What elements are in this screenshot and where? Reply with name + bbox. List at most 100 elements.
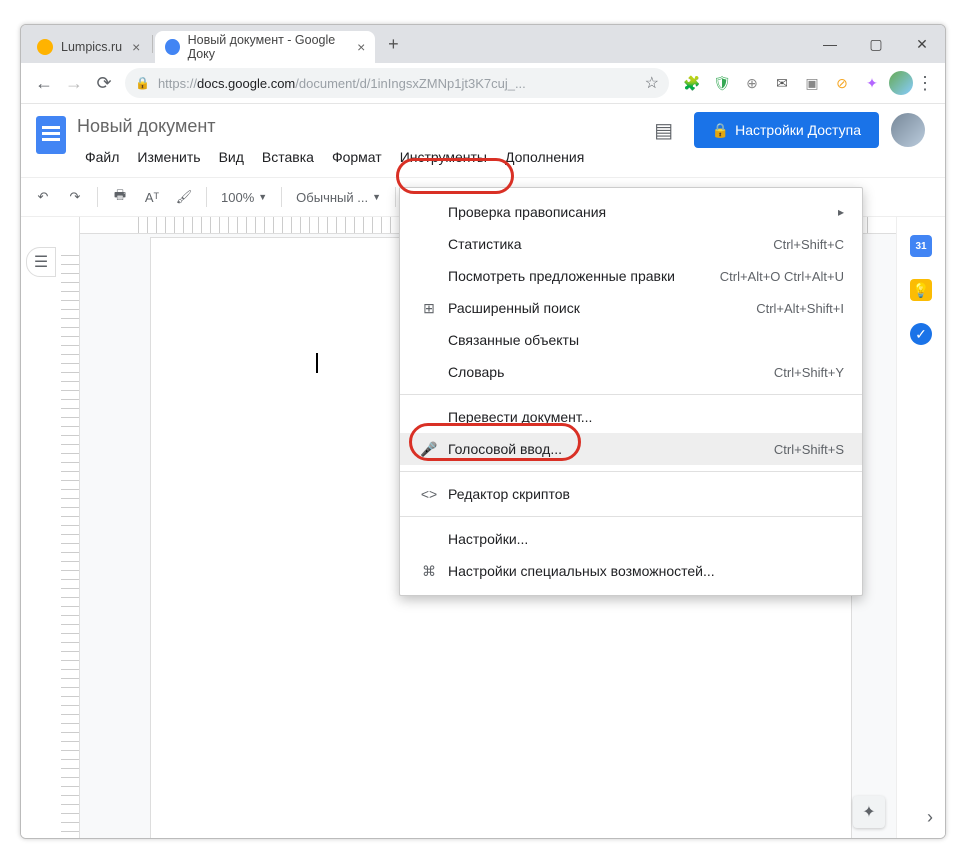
profile-avatar[interactable] [889, 71, 913, 95]
menu-item[interactable]: ⊞Расширенный поискCtrl+Alt+Shift+I [400, 292, 862, 324]
extension-icon[interactable]: 🧩 [683, 74, 701, 92]
calendar-icon[interactable]: 31 [910, 235, 932, 257]
menu-separator [400, 516, 862, 517]
menu-item-shortcut: Ctrl+Shift+S [774, 442, 844, 457]
menu-item-icon: 🎤 [418, 441, 440, 458]
minimize-button[interactable]: — [807, 25, 853, 63]
tab-strip: Lumpics.ru × Новый документ - Google Док… [21, 25, 407, 63]
extension-icon[interactable]: ✦ [863, 74, 881, 92]
browser-menu-icon[interactable]: ⋮ [913, 73, 937, 94]
tab-title: Новый документ - Google Доку [188, 33, 348, 61]
menu-item[interactable]: •Перевести документ... [400, 401, 862, 433]
submenu-arrow-icon: ▸ [838, 205, 844, 219]
zoom-selector[interactable]: 100%▼ [215, 190, 273, 205]
print-icon[interactable]: 🖶 [106, 183, 134, 211]
menu-item-shortcut: Ctrl+Shift+C [773, 237, 844, 252]
browser-tab[interactable]: Lumpics.ru × [27, 31, 150, 63]
address-bar: ← → ⟳ 🔒 https://docs.google.com/document… [21, 63, 945, 104]
extension-icon[interactable]: ⊕ [743, 74, 761, 92]
menu-item-label: Голосовой ввод... [448, 441, 774, 457]
docs-title-block: Новый документ Файл Изменить Вид Вставка… [77, 112, 646, 169]
menu-item-label: Редактор скриптов [448, 486, 844, 502]
menu-edit[interactable]: Изменить [129, 145, 208, 169]
bookmark-icon[interactable]: ☆ [645, 73, 659, 93]
menu-bar: Файл Изменить Вид Вставка Формат Инструм… [77, 141, 646, 169]
forward-button[interactable]: → [59, 68, 89, 98]
close-icon[interactable]: × [132, 39, 140, 55]
menu-item[interactable]: •СтатистикаCtrl+Shift+C [400, 228, 862, 260]
menu-item[interactable]: •Проверка правописания▸ [400, 196, 862, 228]
document-title[interactable]: Новый документ [77, 112, 646, 141]
new-tab-button[interactable]: + [379, 30, 407, 58]
outline-toggle-icon[interactable]: ☰ [26, 247, 56, 277]
redo-icon[interactable]: ↷ [61, 183, 89, 211]
favicon [165, 39, 179, 55]
tools-dropdown: •Проверка правописания▸•СтатистикаCtrl+S… [399, 187, 863, 596]
menu-item-shortcut: Ctrl+Alt+O Ctrl+Alt+U [720, 269, 844, 284]
extension-icon[interactable]: ⊘ [833, 74, 851, 92]
menu-tools[interactable]: Инструменты [392, 145, 495, 169]
menu-item[interactable]: •Посмотреть предложенные правкиCtrl+Alt+… [400, 260, 862, 292]
style-selector[interactable]: Обычный ...▼ [290, 190, 387, 205]
maximize-button[interactable]: ▢ [853, 25, 899, 63]
menu-insert[interactable]: Вставка [254, 145, 322, 169]
docs-header: Новый документ Файл Изменить Вид Вставка… [21, 104, 945, 169]
tab-title: Lumpics.ru [61, 40, 122, 54]
titlebar: Lumpics.ru × Новый документ - Google Док… [21, 25, 945, 63]
menu-addons[interactable]: Дополнения [497, 145, 592, 169]
browser-tab[interactable]: Новый документ - Google Доку × [155, 31, 375, 63]
user-avatar[interactable] [891, 113, 925, 147]
menu-item-label: Посмотреть предложенные правки [448, 268, 720, 284]
lock-icon: 🔒 [135, 76, 150, 90]
reload-button[interactable]: ⟳ [89, 68, 119, 98]
menu-item-icon: <> [418, 486, 440, 502]
vertical-ruler [61, 217, 80, 839]
comments-icon[interactable]: ▤ [646, 112, 682, 148]
menu-format[interactable]: Формат [324, 145, 390, 169]
extension-icon[interactable]: ▣ [803, 74, 821, 92]
spellcheck-icon[interactable]: Aᵀ [138, 183, 166, 211]
paint-format-icon[interactable]: 🖌 [170, 183, 198, 211]
menu-item-label: Перевести документ... [448, 409, 844, 425]
back-button[interactable]: ← [29, 68, 59, 98]
menu-item[interactable]: 🎤 Голосовой ввод...Ctrl+Shift+S [400, 433, 862, 465]
menu-item-icon: ⊞ [418, 300, 440, 317]
share-button[interactable]: 🔒 Настройки Доступа [694, 112, 879, 148]
menu-item-label: Расширенный поиск [448, 300, 756, 316]
menu-item[interactable]: •СловарьCtrl+Shift+Y [400, 356, 862, 388]
menu-item-icon: ⌘ [418, 563, 440, 580]
undo-icon[interactable]: ↶ [29, 183, 57, 211]
left-gutter: ☰ [21, 217, 61, 839]
docs-logo[interactable] [33, 112, 69, 158]
menu-item-label: Настройки... [448, 531, 844, 547]
menu-view[interactable]: Вид [211, 145, 252, 169]
extension-icon[interactable]: 🛡 [713, 74, 731, 92]
extension-icon[interactable]: ✉ [773, 74, 791, 92]
close-icon[interactable]: × [357, 39, 365, 55]
share-label: Настройки Доступа [735, 122, 861, 138]
menu-item[interactable]: •Связанные объекты [400, 324, 862, 356]
url-input[interactable]: 🔒 https://docs.google.com/document/d/1in… [125, 68, 669, 98]
menu-item-label: Словарь [448, 364, 774, 380]
side-panel-toggle-icon[interactable]: › [927, 807, 933, 828]
tab-separator [152, 35, 153, 53]
browser-window: Lumpics.ru × Новый документ - Google Док… [20, 24, 946, 839]
menu-item-shortcut: Ctrl+Shift+Y [774, 365, 844, 380]
explore-button[interactable]: ✦ [853, 796, 885, 828]
menu-item[interactable]: •Настройки... [400, 523, 862, 555]
menu-item-label: Настройки специальных возможностей... [448, 563, 844, 579]
menu-file[interactable]: Файл [77, 145, 127, 169]
keep-icon[interactable]: 💡 [910, 279, 932, 301]
extensions: 🧩 🛡 ⊕ ✉ ▣ ⊘ ✦ [675, 74, 889, 92]
menu-item[interactable]: <> Редактор скриптов [400, 478, 862, 510]
menu-separator [400, 471, 862, 472]
menu-item-label: Связанные объекты [448, 332, 844, 348]
window-controls: — ▢ ✕ [807, 25, 945, 63]
menu-item[interactable]: ⌘ Настройки специальных возможностей... [400, 555, 862, 587]
tasks-icon[interactable]: ✓ [910, 323, 932, 345]
close-button[interactable]: ✕ [899, 25, 945, 63]
favicon [37, 39, 53, 55]
menu-item-label: Проверка правописания [448, 204, 838, 220]
menu-item-label: Статистика [448, 236, 773, 252]
url-text: https://docs.google.com/document/d/1inIn… [158, 76, 637, 91]
